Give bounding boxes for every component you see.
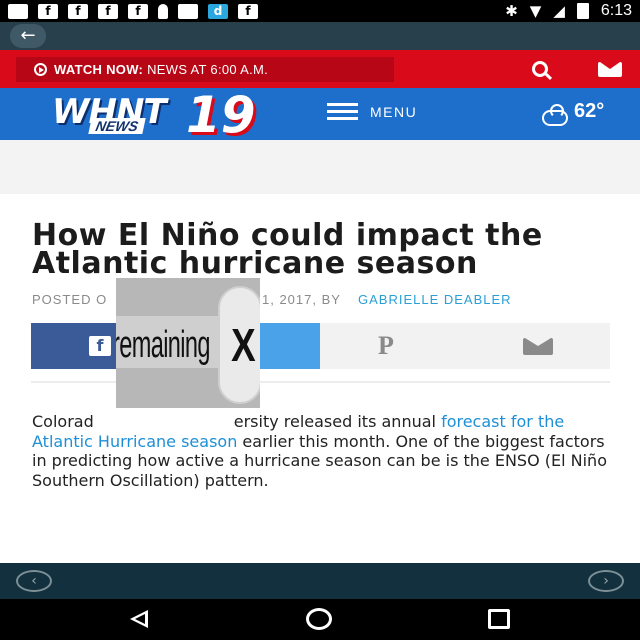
- logo-number: 19: [186, 86, 256, 144]
- status-bar: f f f f d f ✱ ▼ ◢ 6:13: [0, 0, 640, 22]
- watch-now-detail: NEWS AT 6:00 A.M.: [147, 62, 269, 77]
- next-article-button[interactable]: ›: [588, 570, 624, 592]
- share-email-button[interactable]: [465, 323, 610, 369]
- overlay-close-button[interactable]: X: [218, 286, 260, 404]
- back-button[interactable]: ←: [10, 24, 46, 48]
- byline-date: 1, 2017, BY: [262, 292, 341, 307]
- chevron-left-icon: ‹: [31, 573, 37, 589]
- share-pinterest-button[interactable]: P: [320, 323, 465, 369]
- remaining-label: remaining: [116, 324, 211, 366]
- chevron-right-icon: ›: [603, 573, 609, 589]
- ad-band: [0, 140, 640, 194]
- facebook-icon: f: [128, 3, 148, 19]
- vlc-icon: [158, 3, 168, 19]
- top-bar: WATCH NOW: NEWS AT 6:00 A.M.: [0, 50, 640, 88]
- clock: 6:13: [600, 2, 632, 19]
- messages-icon: [8, 3, 28, 19]
- nav-home-icon[interactable]: [306, 608, 332, 630]
- nav-back-icon[interactable]: [130, 610, 148, 628]
- hamburger-icon[interactable]: [327, 103, 358, 123]
- app-bar: ←: [0, 22, 640, 50]
- facebook-icon: f: [38, 3, 58, 19]
- no-signal-icon: ◢: [553, 2, 565, 20]
- mail-icon: [523, 338, 553, 355]
- facebook-icon: f: [68, 3, 88, 19]
- remaining-overlay[interactable]: remaining X: [116, 278, 260, 408]
- card-icon: [178, 3, 198, 19]
- byline-author[interactable]: GABRIELLE DEABLER: [358, 292, 512, 307]
- cloud-sun-icon[interactable]: [542, 104, 568, 126]
- nav-recents-icon[interactable]: [488, 609, 510, 629]
- close-icon: X: [231, 319, 256, 371]
- logo-news: NEWS: [88, 118, 146, 134]
- brand-bar: WHNT NEWS 19 MENU 62°: [0, 86, 640, 144]
- facebook-icon: f: [89, 336, 111, 356]
- byline-posted: POSTED O: [32, 292, 108, 307]
- article-headline: How El Niño could impact the Atlantic hu…: [32, 218, 543, 281]
- article-nav: ‹ ›: [0, 563, 640, 599]
- previous-article-button[interactable]: ‹: [16, 570, 52, 592]
- bluetooth-icon: ✱: [505, 2, 518, 20]
- mail-icon[interactable]: [598, 62, 622, 77]
- wifi-icon: ▼: [529, 2, 542, 20]
- menu-label[interactable]: MENU: [370, 104, 417, 120]
- arrow-left-icon: ←: [20, 25, 36, 46]
- watch-now-label: WATCH NOW:: [54, 62, 144, 77]
- pinterest-icon: P: [378, 331, 394, 360]
- system-nav-bar: [0, 599, 640, 640]
- station-logo[interactable]: WHNT NEWS 19: [46, 86, 278, 144]
- byline: POSTED O 1, 2017, BY GABRIELLE DEABLER: [32, 292, 511, 307]
- play-icon: [34, 63, 47, 76]
- facebook-icon: f: [238, 3, 258, 19]
- battery-icon: [576, 3, 589, 19]
- facebook-icon: f: [98, 3, 118, 19]
- article-body: Colorad ersity released its annual foreca…: [32, 412, 612, 490]
- search-icon[interactable]: [532, 61, 548, 77]
- body-lead: Colorad: [32, 412, 94, 431]
- body-lead-rest: ersity released its annual: [233, 412, 436, 431]
- temperature[interactable]: 62°: [574, 100, 604, 123]
- dailyhunt-icon: d: [208, 3, 228, 19]
- watch-now-banner[interactable]: WATCH NOW: NEWS AT 6:00 A.M.: [16, 57, 394, 82]
